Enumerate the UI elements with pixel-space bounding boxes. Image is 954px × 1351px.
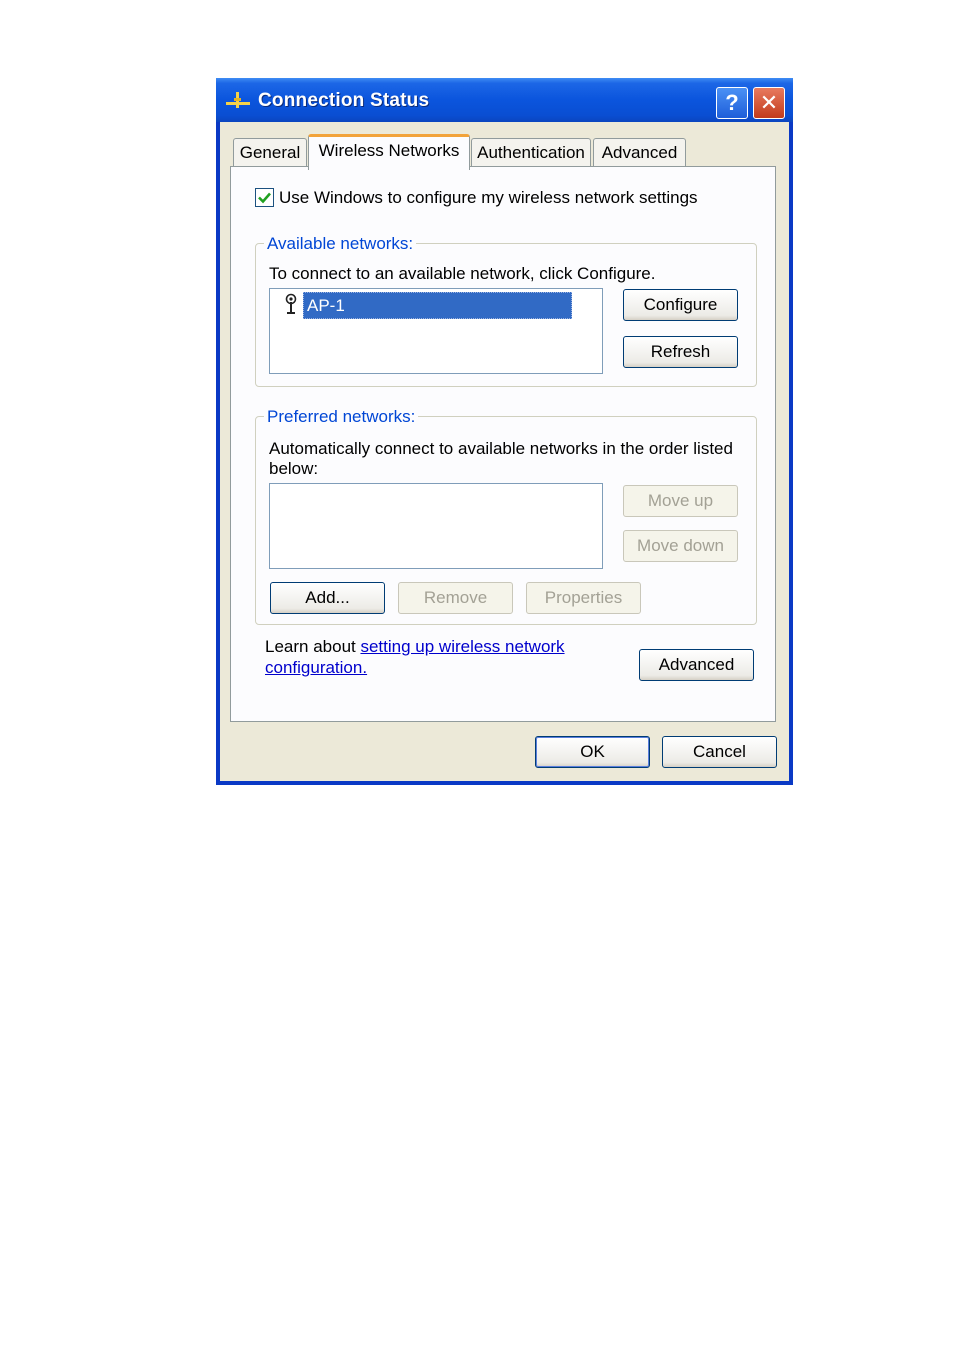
learn-about-prefix: Learn about (265, 637, 361, 656)
tab-authentication[interactable]: Authentication (471, 138, 591, 166)
preferred-networks-legend: Preferred networks: (264, 407, 419, 427)
tab-advanced[interactable]: Advanced (593, 138, 686, 166)
wireless-advanced-button[interactable]: Advanced (639, 649, 754, 681)
preferred-networks-instruction-line1: Automatically connect to available netwo… (269, 439, 733, 458)
tab-wireless-networks[interactable]: Wireless Networks (308, 134, 470, 170)
learn-about-text: Learn about setting up wireless network (265, 637, 565, 657)
title-bar[interactable]: Connection Status ? ✕ (216, 78, 793, 122)
window-title: Connection Status (258, 90, 430, 111)
tab-general[interactable]: General (233, 138, 307, 166)
properties-button[interactable]: Properties (526, 582, 641, 614)
preferred-networks-instruction-line2: below: (269, 459, 319, 478)
learn-link-part1[interactable]: setting up wireless network (360, 637, 564, 656)
move-up-button[interactable]: Move up (623, 485, 738, 517)
refresh-button[interactable]: Refresh (623, 336, 738, 368)
available-networks-instruction: To connect to an available network, clic… (269, 264, 656, 283)
wireless-networks-panel: Use Windows to configure my wireless net… (230, 166, 776, 722)
learn-link-part2[interactable]: configuration. (265, 658, 367, 678)
remove-button[interactable]: Remove (398, 582, 513, 614)
available-networks-legend: Available networks: (264, 234, 417, 254)
add-button[interactable]: Add... (270, 582, 385, 614)
use-windows-checkbox[interactable] (255, 188, 274, 207)
checkmark-icon (258, 192, 271, 204)
cancel-button[interactable]: Cancel (662, 736, 777, 768)
close-button[interactable]: ✕ (753, 87, 785, 119)
wireless-antenna-icon (285, 293, 297, 314)
connection-status-dialog: Connection Status ? ✕ General Wireless N… (216, 78, 793, 785)
move-down-button[interactable]: Move down (623, 530, 738, 562)
available-networks-list[interactable]: AP-1 (269, 288, 603, 374)
network-connection-icon (226, 92, 250, 108)
network-item-ap-1[interactable]: AP-1 (303, 292, 572, 319)
help-button[interactable]: ? (716, 87, 748, 119)
use-windows-label[interactable]: Use Windows to configure my wireless net… (279, 188, 698, 208)
configure-button[interactable]: Configure (623, 289, 738, 321)
ok-button[interactable]: OK (535, 736, 650, 768)
preferred-networks-list[interactable] (269, 483, 603, 569)
dialog-client-area: General Wireless Networks Authentication… (220, 122, 789, 781)
